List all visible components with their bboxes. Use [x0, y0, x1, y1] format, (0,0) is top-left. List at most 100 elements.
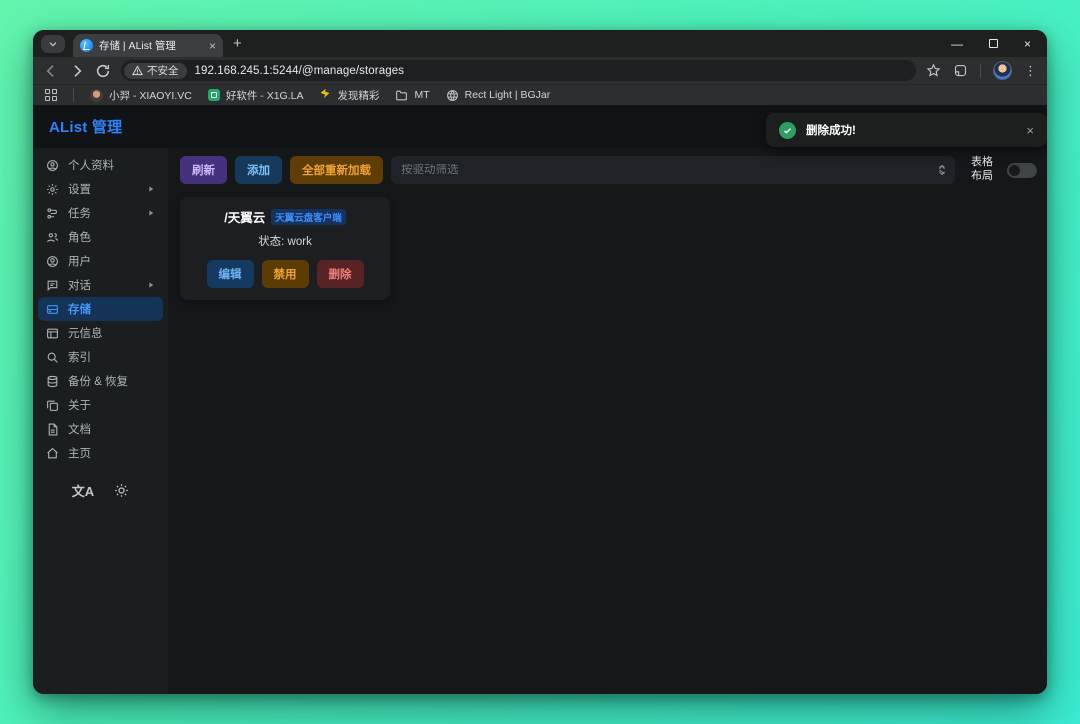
security-label: 不安全 [147, 63, 179, 78]
disable-button[interactable]: 禁用 [262, 260, 309, 288]
bookmark-bgjar[interactable]: Rect Light | BGJar [446, 89, 551, 102]
toggle-knob [1009, 165, 1020, 176]
forward-icon[interactable] [69, 63, 85, 79]
bookmarks-bar: 小羿 - XIAOYI.VC 好软件 - X1G.LA 发现精彩 MT Rect… [33, 84, 1047, 105]
bookmark-label: 小羿 - XIAOYI.VC [109, 88, 192, 103]
chevron-right-icon [147, 281, 155, 289]
status-text: 状态: work [188, 233, 382, 249]
tab-close-icon[interactable]: × [209, 40, 216, 52]
page-body: 个人资料 设置 任务 角色 用户 [33, 148, 1047, 694]
extensions-icon[interactable] [953, 63, 968, 78]
bookmark-star-icon[interactable] [926, 63, 941, 78]
sidebar-item-label: 索引 [68, 349, 91, 365]
spark-icon [319, 89, 331, 101]
sidebar-item-label: 文档 [68, 421, 91, 437]
window-controls: — × [951, 38, 1039, 50]
sidebar-item-conversations[interactable]: 对话 [38, 273, 163, 297]
refresh-button[interactable]: 刷新 [180, 156, 227, 184]
metadata-icon [46, 327, 59, 340]
sidebar-item-label: 用户 [68, 253, 91, 269]
sidebar-item-settings[interactable]: 设置 [38, 177, 163, 201]
roles-icon [46, 231, 59, 244]
sidebar-item-docs[interactable]: 文档 [38, 417, 163, 441]
maximize-button[interactable] [989, 39, 998, 48]
sidebar-item-label: 任务 [68, 205, 91, 221]
sidebar-item-label: 个人资料 [68, 157, 114, 173]
storage-toolbar: 刷新 添加 全部重新加载 表格 布局 [180, 156, 1037, 184]
alist-page: AList 管理 删除成功! × 个人资料 设置 [33, 105, 1047, 694]
bookmarks-separator [73, 88, 74, 102]
bookmark-label: 发现精彩 [337, 88, 379, 103]
bookmark-xiaoyi[interactable]: 小羿 - XIAOYI.VC [90, 88, 192, 103]
reload-icon[interactable] [95, 63, 111, 79]
chevron-right-icon [147, 185, 155, 193]
sidebar-item-about[interactable]: 关于 [38, 393, 163, 417]
chevron-right-icon [147, 209, 155, 217]
theme-sun-icon[interactable] [114, 483, 129, 498]
sidebar-footer: 文A [33, 481, 168, 500]
bookmark-x1g[interactable]: 好软件 - X1G.LA [208, 88, 304, 103]
minimize-button[interactable]: — [951, 38, 963, 50]
toolbar-separator [980, 64, 981, 78]
document-icon [46, 423, 59, 436]
sidebar-item-label: 对话 [68, 277, 91, 293]
storage-manage-content: 刷新 添加 全部重新加载 表格 布局 /天翼云 [168, 148, 1047, 694]
driver-badge: 天翼云盘客户端 [271, 209, 346, 225]
sidebar-item-roles[interactable]: 角色 [38, 225, 163, 249]
sidebar-item-label: 关于 [68, 397, 91, 413]
bookmark-label: MT [414, 89, 429, 101]
chat-icon [46, 279, 59, 292]
green-app-icon [208, 89, 220, 101]
address-bar[interactable]: 不安全 192.168.245.1:5244/@manage/storages [121, 60, 916, 81]
bookmark-mt-folder[interactable]: MT [395, 89, 429, 102]
copy-icon [46, 399, 59, 412]
sidebar-item-metadata[interactable]: 元信息 [38, 321, 163, 345]
back-icon[interactable] [43, 63, 59, 79]
toast-message: 删除成功! [806, 122, 856, 138]
bookmark-discover[interactable]: 发现精彩 [319, 88, 379, 103]
toolbar-right: ⋮ [926, 61, 1037, 80]
toast-notification: 删除成功! × [766, 113, 1047, 147]
sidebar-item-label: 设置 [68, 181, 91, 197]
browser-toolbar: 不安全 192.168.245.1:5244/@manage/storages … [33, 57, 1047, 84]
apps-grid-icon[interactable] [45, 89, 57, 101]
security-chip[interactable]: 不安全 [124, 63, 187, 79]
url-text: 192.168.245.1:5244/@manage/storages [195, 65, 405, 77]
bookmark-label: Rect Light | BGJar [465, 89, 551, 101]
new-tab-button[interactable]: + [233, 35, 242, 52]
tab-title: 存储 | AList 管理 [99, 38, 203, 53]
reload-all-button[interactable]: 全部重新加载 [290, 156, 383, 184]
selector-chevrons-icon [937, 164, 947, 176]
table-layout-label: 表格 布局 [971, 156, 993, 184]
sidebar-item-index[interactable]: 索引 [38, 345, 163, 369]
add-button[interactable]: 添加 [235, 156, 282, 184]
chevron-down-icon [48, 39, 58, 49]
sidebar: 个人资料 设置 任务 角色 用户 [33, 148, 168, 694]
sidebar-item-label: 主页 [68, 445, 91, 461]
table-layout-toggle[interactable] [1007, 163, 1037, 178]
sidebar-item-label: 备份 & 恢复 [68, 373, 128, 389]
browser-tab[interactable]: 存储 | AList 管理 × [73, 34, 223, 57]
edit-button[interactable]: 编辑 [207, 260, 254, 288]
driver-filter-select[interactable] [391, 156, 955, 184]
toast-close-icon[interactable]: × [1026, 124, 1034, 137]
sidebar-item-profile[interactable]: 个人资料 [38, 153, 163, 177]
sidebar-item-label: 元信息 [68, 325, 103, 341]
success-check-icon [779, 122, 796, 139]
profile-avatar[interactable] [993, 61, 1012, 80]
close-window-button[interactable]: × [1024, 38, 1031, 50]
sidebar-item-storage[interactable]: 存储 [38, 297, 163, 321]
user-icon [46, 255, 59, 268]
sidebar-item-label: 存储 [68, 301, 91, 317]
driver-filter-input[interactable] [401, 164, 937, 176]
sidebar-item-users[interactable]: 用户 [38, 249, 163, 273]
sidebar-item-home[interactable]: 主页 [38, 441, 163, 465]
delete-button[interactable]: 删除 [317, 260, 364, 288]
menu-dots-icon[interactable]: ⋮ [1024, 63, 1037, 79]
tab-search-button[interactable] [41, 35, 65, 53]
sidebar-item-backup[interactable]: 备份 & 恢复 [38, 369, 163, 393]
database-icon [46, 375, 59, 388]
language-switch-icon[interactable]: 文A [72, 481, 94, 500]
sidebar-item-tasks[interactable]: 任务 [38, 201, 163, 225]
tab-strip: 存储 | AList 管理 × + — × [33, 30, 1047, 57]
